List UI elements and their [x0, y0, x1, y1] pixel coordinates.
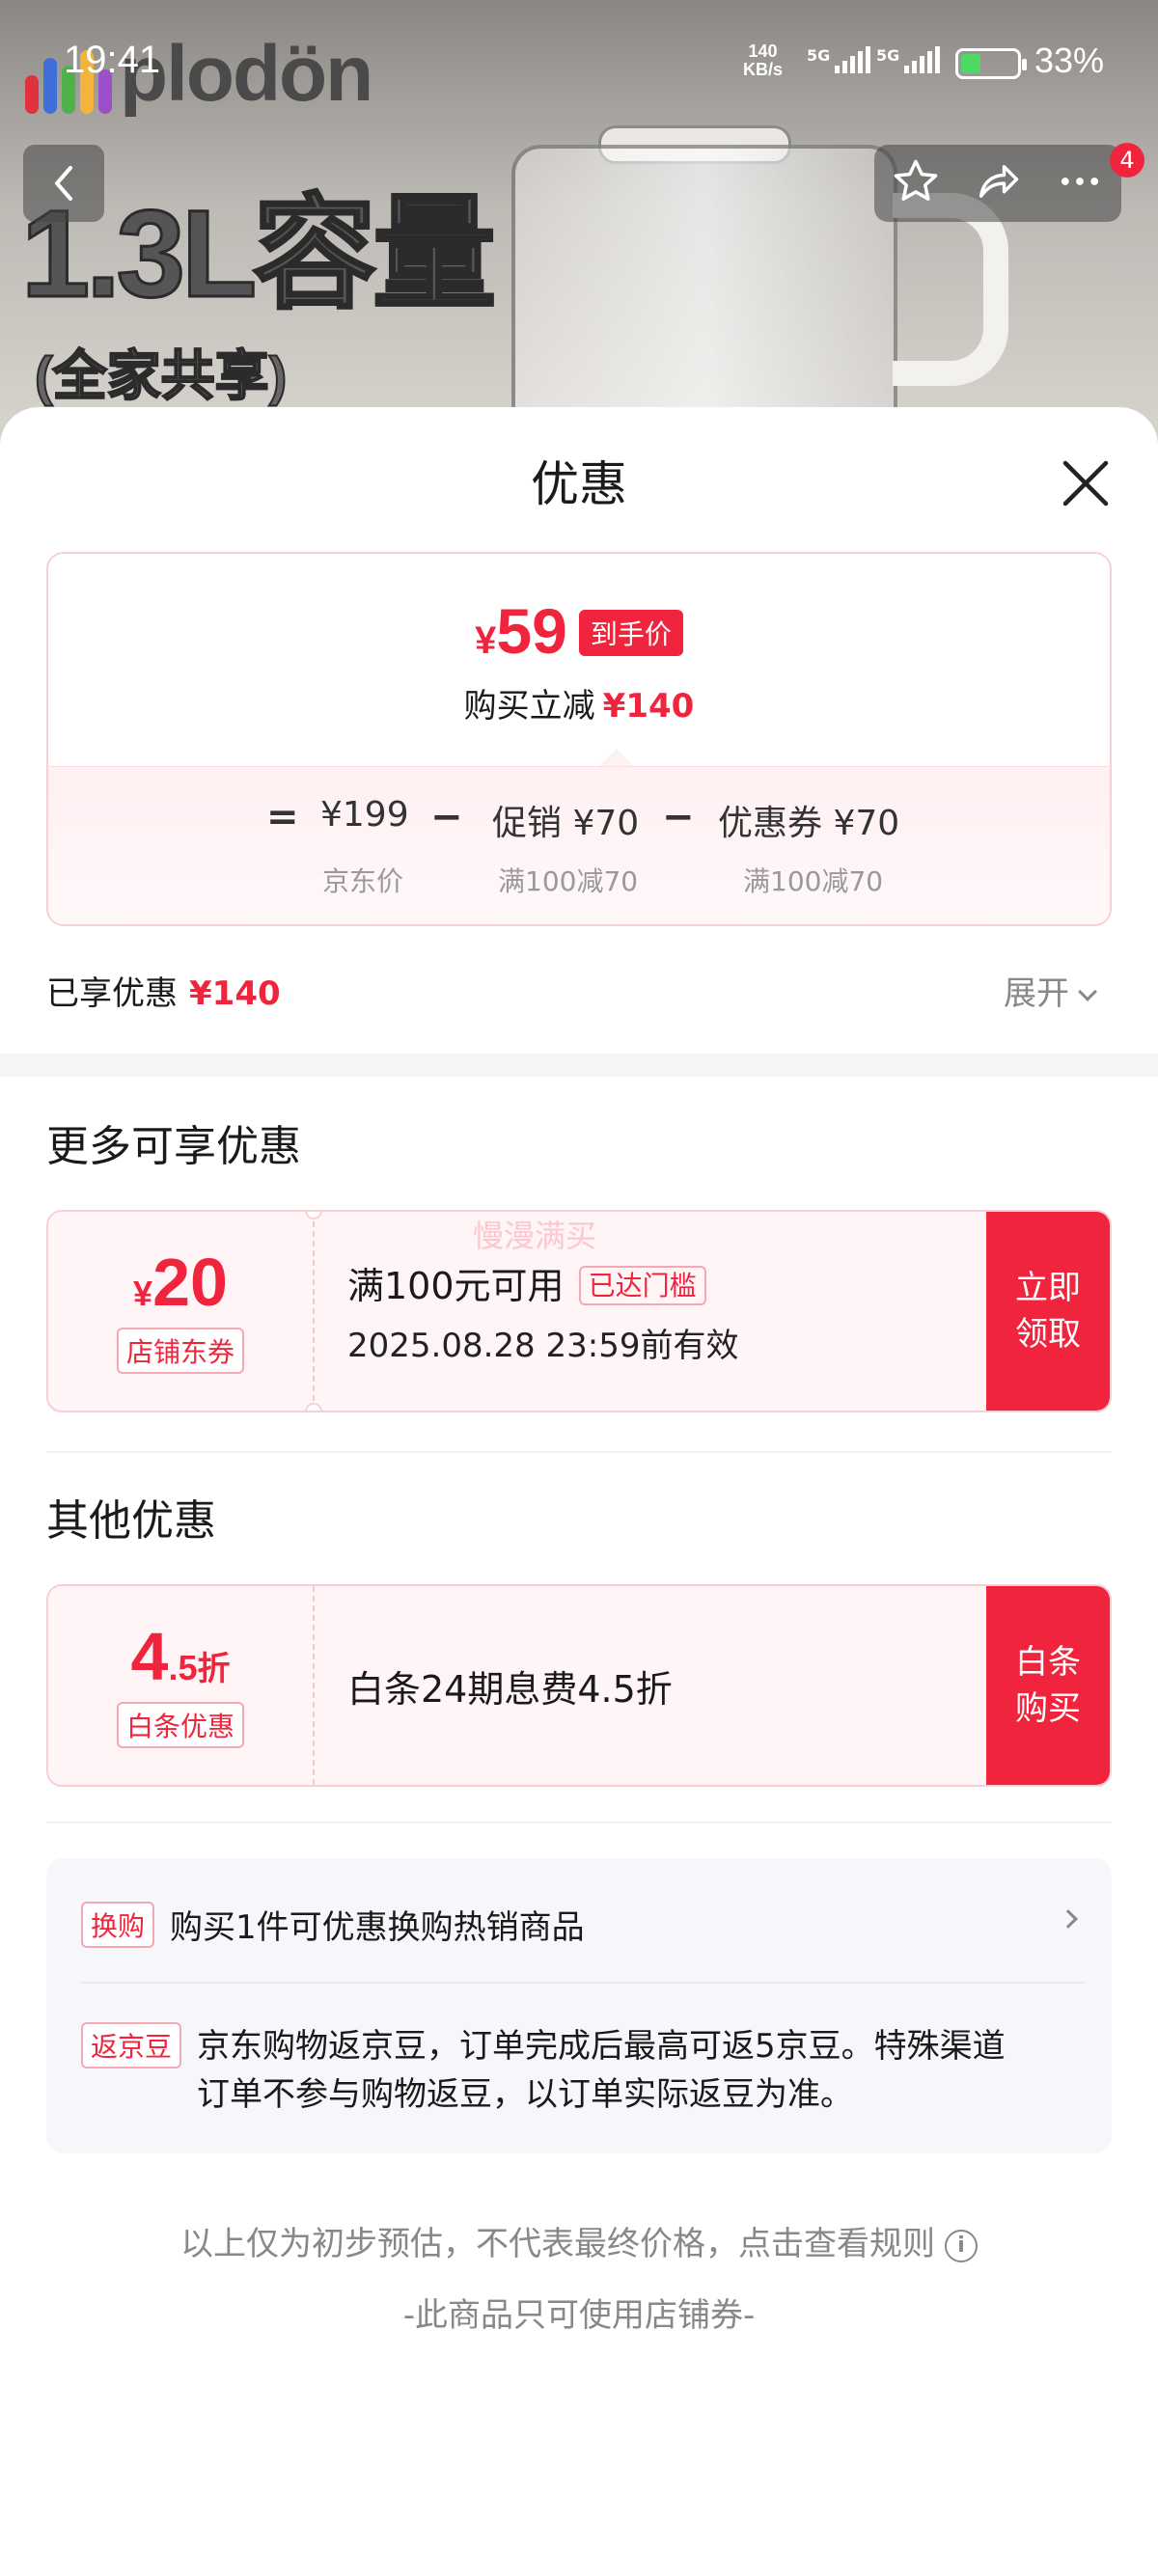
net-speed-unit: KB/s — [743, 60, 784, 79]
final-price-row: ¥59 到手价 — [48, 594, 1110, 668]
share-icon — [979, 165, 1019, 198]
discount-sheet: 优惠 ¥59 到手价 购买立减 ¥140 = ¥199 − 促销 ¥70 − 优惠… — [0, 407, 1158, 2576]
more-offers-title: 更多可享优惠 — [46, 1122, 301, 1171]
status-bar: 19:41 140 KB/s 5G 5G 33% — [0, 39, 1158, 87]
top-action-group — [874, 145, 1121, 222]
coupon-amount: ¥20 — [133, 1245, 228, 1320]
expand-label: 展开 — [1004, 974, 1069, 1013]
claim-coupon-button[interactable]: 立即领取 — [986, 1212, 1110, 1411]
shop-coupon-only-note: -此商品只可使用店铺券- — [402, 2296, 756, 2335]
final-price: ¥59 — [475, 595, 567, 667]
price-formula-labels: 京东价 满100减70 满100减70 — [48, 861, 1110, 899]
back-button[interactable] — [23, 145, 104, 222]
baitiao-type-tag: 白条优惠 — [116, 1702, 244, 1748]
kettle-handle-shape — [893, 193, 1008, 386]
signal-icon-sim1: 5G — [807, 46, 871, 73]
reduce-label: 购买立减 — [463, 687, 595, 726]
enjoyed-label: 已享优惠 — [46, 974, 178, 1013]
exchange-text: 购买1件可优惠换购热销商品 — [170, 1908, 585, 1947]
net-speed: 140 KB/s — [743, 42, 783, 79]
baitiao-discount: 4.5折 — [130, 1619, 231, 1694]
reduce-amount: ¥140 — [602, 687, 695, 726]
more-icon — [1062, 178, 1099, 185]
baitiao-description: 白条24期息费4.5折 — [347, 1667, 673, 1711]
battery-percent: 33% — [1034, 41, 1105, 80]
watermark-text: 慢漫满买 — [473, 1218, 597, 1254]
exchange-tag: 换购 — [81, 1901, 155, 1948]
baitiao-offer-card: 4.5折 白条优惠 白条24期息费4.5折 白条购买 — [46, 1584, 1112, 1787]
final-price-tag: 到手价 — [578, 610, 683, 656]
battery-icon — [955, 48, 1027, 79]
close-button[interactable] — [1052, 450, 1119, 517]
formula-equals: = — [266, 795, 299, 839]
coupon-type-tag: 店铺东券 — [116, 1328, 244, 1374]
capacity-subline: (全家共享) — [34, 344, 288, 407]
formula-minus-1: − — [430, 795, 463, 839]
price-formula: = ¥199 − 促销 ¥70 − 优惠券 ¥70 — [48, 795, 1110, 843]
price-rules-link[interactable]: 以上仅为初步预估，不代表最终价格，点击查看规则 i — [0, 2217, 1158, 2265]
status-time: 19:41 — [64, 39, 161, 81]
coupon-condition-label: 满100减70 — [743, 865, 884, 897]
chevron-down-icon — [1078, 982, 1097, 1001]
coupon-validity: 2025.08.28 23:59前有效 — [347, 1327, 739, 1365]
net-speed-value: 140 — [748, 41, 778, 61]
formula-coupon: 优惠券 ¥70 — [718, 804, 900, 843]
formula-minus-2: − — [662, 795, 695, 839]
enjoyed-amount: ¥140 — [189, 974, 281, 1013]
formula-base-price: ¥199 — [320, 795, 409, 835]
star-icon — [894, 159, 937, 201]
exchange-offer-row[interactable]: 换购 购买1件可优惠换购热销商品 — [81, 1901, 1085, 1948]
expand-button[interactable]: 展开 — [1004, 967, 1097, 1014]
formula-promo: 促销 ¥70 — [492, 804, 640, 843]
promo-condition-label: 满100减70 — [498, 865, 639, 897]
more-button[interactable] — [1055, 156, 1105, 210]
divider — [46, 1822, 1112, 1823]
reduce-row: 购买立减 ¥140 — [48, 679, 1110, 726]
section-divider — [0, 1054, 1158, 1077]
other-offers-title: 其他优惠 — [46, 1496, 216, 1546]
extra-benefits-box: 换购 购买1件可优惠换购热销商品 返京豆 京东购物返京豆，订单完成后最高可返5京… — [46, 1858, 1112, 2153]
baitiao-buy-button[interactable]: 白条购买 — [986, 1586, 1110, 1785]
chevron-right-icon — [1059, 1909, 1078, 1929]
signal-icon-sim2: 5G — [876, 46, 941, 73]
back-icon — [55, 166, 72, 201]
favorite-button[interactable] — [891, 156, 941, 210]
share-button[interactable] — [973, 156, 1023, 210]
price-disclaimer: 以上仅为初步预估，不代表最终价格，点击查看规则 — [180, 2225, 935, 2263]
close-icon — [1062, 460, 1109, 507]
enjoyed-discount: 已享优惠 ¥140 — [46, 967, 281, 1014]
coupon-condition: 满100元可用 — [347, 1265, 565, 1307]
base-price-label: 京东价 — [322, 865, 404, 897]
jingdou-text: 京东购物返京豆，订单完成后最高可返5京豆。特殊渠道订单不参与购物返豆，以订单实际… — [197, 2027, 1006, 2114]
info-icon: i — [945, 2230, 978, 2262]
sheet-title: 优惠 — [531, 456, 627, 512]
price-breakdown-card: ¥59 到手价 购买立减 ¥140 = ¥199 − 促销 ¥70 − 优惠券 ¥… — [46, 552, 1112, 926]
notification-badge: 4 — [1110, 143, 1144, 178]
jingdou-row: 返京豆 京东购物返京豆，订单完成后最高可返5京豆。特殊渠道订单不参与购物返豆，以… — [81, 2022, 1085, 2119]
threshold-reached-tag: 已达门槛 — [578, 1266, 706, 1305]
jingdou-tag: 返京豆 — [81, 2022, 182, 2069]
divider — [46, 1451, 1112, 1453]
